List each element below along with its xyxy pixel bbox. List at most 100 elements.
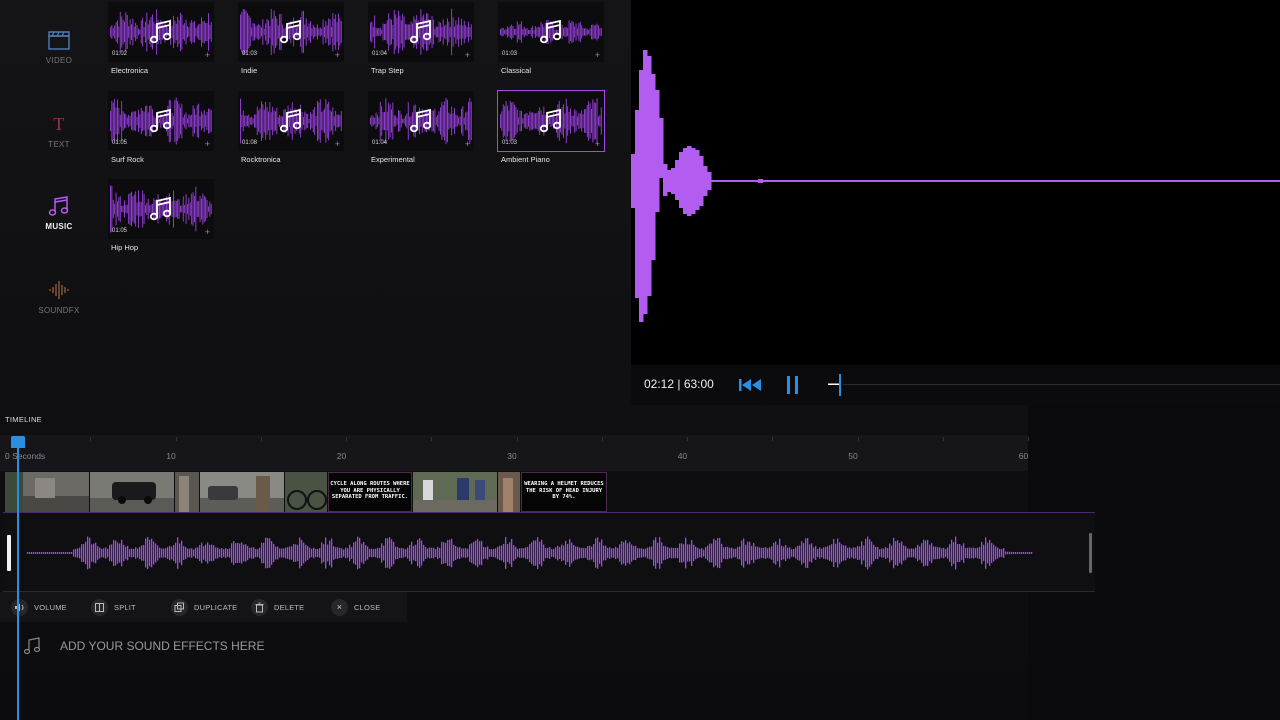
waveform-bar: [227, 549, 229, 557]
music-tile[interactable]: 01:03 + Classical: [498, 2, 608, 78]
clip-thumbnail: [200, 472, 284, 512]
ruler-label: 50: [848, 451, 858, 461]
video-clip-7[interactable]: [498, 472, 520, 512]
music-tile[interactable]: 01:08 + Rocktronica: [238, 91, 348, 167]
music-tile[interactable]: 01:03 + Indie: [238, 2, 348, 78]
music-tile[interactable]: 01:04 + Experimental: [368, 91, 478, 167]
add-icon[interactable]: +: [205, 139, 210, 149]
close-button[interactable]: × CLOSE: [331, 598, 380, 616]
add-icon[interactable]: +: [205, 50, 210, 60]
track-trim-handle-left[interactable]: [7, 535, 11, 571]
volume-button[interactable]: VOLUME: [11, 598, 67, 616]
music-tile[interactable]: 01:04 + Trap Step: [368, 2, 478, 78]
video-clip-4[interactable]: [200, 472, 284, 512]
tile-thumbnail[interactable]: 01:03 +: [238, 2, 344, 62]
nav-item-music[interactable]: MUSIC: [20, 194, 98, 231]
soundwave-icon: [49, 281, 69, 299]
waveform-bar: [809, 544, 811, 562]
waveform-bar: [1001, 549, 1003, 557]
waveform-bar: [801, 541, 803, 565]
music-track[interactable]: [3, 512, 1095, 592]
tile-thumbnail[interactable]: 01:03 +: [497, 90, 605, 152]
playhead-grip[interactable]: [11, 436, 25, 448]
waveform-bar: [757, 546, 759, 560]
nav-item-soundfx[interactable]: SOUNDFX: [20, 278, 98, 315]
waveform-bar: [749, 541, 751, 565]
waveform-bar: [683, 148, 688, 214]
add-icon[interactable]: +: [465, 50, 470, 60]
timeline-playhead[interactable]: [17, 436, 19, 720]
waveform-bar: [421, 540, 423, 566]
text-t-icon: T: [53, 114, 64, 134]
waveform-bar: [85, 541, 87, 565]
waveform-bar: [471, 543, 473, 563]
waveform-bar: [761, 548, 763, 558]
tile-thumbnail[interactable]: 01:02 +: [108, 2, 214, 62]
waveform-bar: [763, 547, 765, 559]
add-icon[interactable]: +: [595, 139, 600, 149]
scrub-track[interactable]: [843, 384, 1280, 385]
music-tile[interactable]: 01:03 + Ambient Piano: [497, 90, 608, 167]
waveform-bar: [649, 546, 651, 560]
waveform-bar: [521, 548, 523, 558]
rewind-icon[interactable]: [738, 374, 762, 396]
waveform-bar: [331, 538, 333, 568]
waveform-bar: [697, 547, 699, 559]
tile-thumbnail[interactable]: 01:04 +: [368, 2, 474, 62]
waveform-bar: [511, 539, 513, 567]
waveform-bar: [185, 547, 187, 559]
track-toolbar: VOLUME SPLIT DUPLICATE DELETE × CLOSE: [0, 592, 407, 622]
scrub-handle[interactable]: [828, 374, 846, 398]
split-icon: [95, 602, 104, 612]
add-icon[interactable]: +: [595, 50, 600, 60]
duplicate-button[interactable]: DUPLICATE: [171, 598, 237, 616]
text-clip-1[interactable]: CYCLE ALONG ROUTES WHERE YOU ARE PHYSICA…: [328, 472, 412, 512]
video-clip-5[interactable]: [285, 472, 327, 512]
waveform-bar: [995, 546, 997, 560]
waveform-bar: [45, 552, 47, 554]
waveform-bar: [959, 544, 961, 563]
delete-button[interactable]: DELETE: [251, 598, 304, 616]
waveform-bar: [953, 542, 955, 564]
music-tile[interactable]: 01:02 + Electronica: [108, 2, 218, 78]
text-clip-2[interactable]: WEARING A HELMET REDUCES THE RISK OF HEA…: [521, 472, 607, 512]
music-tile[interactable]: 01:05 + Surf Rock: [108, 91, 218, 167]
pause-icon[interactable]: [784, 374, 802, 396]
waveform-bar: [979, 547, 981, 559]
waveform-bar: [125, 546, 127, 560]
sound-effects-track[interactable]: ADD YOUR SOUND EFFECTS HERE: [22, 636, 264, 656]
timeline-label: TIMELINE: [5, 415, 42, 424]
waveform-bar: [245, 544, 247, 562]
nav-item-text[interactable]: T TEXT: [20, 112, 98, 149]
waveform-bar: [569, 539, 571, 567]
waveform-bar: [189, 548, 191, 558]
add-icon[interactable]: +: [465, 139, 470, 149]
waveform-bar: [451, 538, 453, 568]
tile-thumbnail[interactable]: 01:08 +: [238, 91, 344, 151]
track-trim-handle-right[interactable]: [1089, 533, 1092, 573]
waveform-bar: [937, 547, 939, 559]
waveform-bar: [491, 549, 493, 557]
tile-thumbnail[interactable]: 01:05 +: [108, 91, 214, 151]
music-tile[interactable]: 01:05 + Hip Hop: [108, 179, 218, 255]
nav-item-video[interactable]: VIDEO: [20, 28, 98, 65]
waveform-bar: [563, 545, 565, 561]
video-clip-6[interactable]: [413, 472, 497, 512]
split-button[interactable]: SPLIT: [91, 598, 136, 616]
tile-duration: 01:03: [502, 51, 518, 57]
tile-thumbnail[interactable]: 01:04 +: [368, 91, 474, 151]
video-clip-3[interactable]: [175, 472, 199, 512]
video-clip-2[interactable]: [90, 472, 174, 512]
timeline-ruler[interactable]: 0 Seconds 10 20 30 40 50 60: [0, 435, 1029, 471]
waveform-bar: [157, 545, 159, 561]
tile-thumbnail[interactable]: 01:05 +: [108, 179, 214, 239]
add-icon[interactable]: +: [335, 139, 340, 149]
add-icon[interactable]: +: [205, 227, 210, 237]
waveform-bar: [279, 548, 281, 558]
tile-thumbnail[interactable]: 01:03 +: [498, 2, 604, 62]
add-icon[interactable]: +: [335, 50, 340, 60]
waveform-bar: [553, 548, 555, 558]
waveform-bar: [83, 544, 85, 563]
waveform-bar: [197, 547, 199, 559]
waveform-bar: [467, 548, 469, 558]
